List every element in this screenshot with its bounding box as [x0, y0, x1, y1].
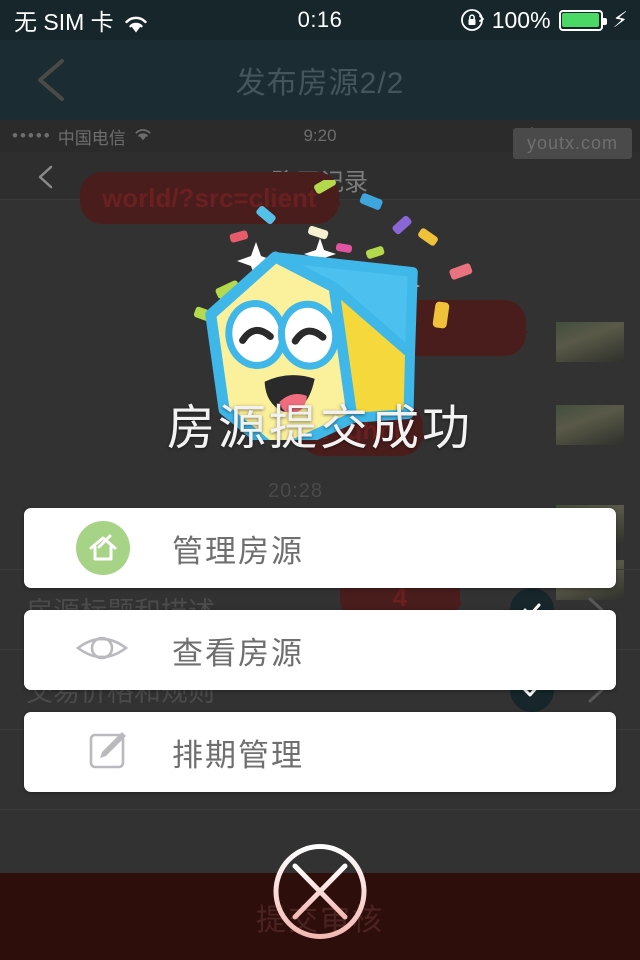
view-listing-card[interactable]: 查看房源 — [24, 610, 616, 690]
view-listing-label: 查看房源 — [172, 635, 304, 671]
status-bar: 无 SIM 卡 0:16 100% ⚡ — [0, 0, 640, 40]
status-bar-right: 100% ⚡ — [460, 7, 628, 34]
chat-thumbnail — [556, 405, 624, 445]
chat-thumbnail — [556, 322, 624, 362]
manage-listing-icon-slot — [24, 521, 144, 575]
success-action-list: 管理房源 查看房源 排期管理 — [24, 508, 616, 814]
view-listing-icon-slot — [24, 629, 144, 672]
nav-bar: 发布房源2/2 — [0, 40, 640, 120]
phone-screen: ••••• 中国电信 9:20 15% ⚡ — [0, 0, 640, 960]
edit-square-icon — [86, 728, 130, 777]
manage-listing-card[interactable]: 管理房源 — [24, 508, 616, 588]
schedule-management-label: 排期管理 — [172, 737, 304, 773]
manage-listing-label: 管理房源 — [172, 533, 304, 569]
schedule-management-card[interactable]: 排期管理 — [24, 712, 616, 792]
battery-percent-label: 100% — [491, 6, 551, 33]
eye-icon — [74, 629, 130, 672]
house-edit-icon — [76, 521, 130, 575]
close-button[interactable] — [272, 843, 368, 940]
schedule-management-icon-slot — [24, 728, 144, 777]
watermark-label: youtx.com — [512, 128, 632, 159]
charging-bolt-icon: ⚡ — [612, 7, 628, 32]
chat-bubble: Ffghhj — [300, 404, 426, 456]
rotation-lock-icon — [460, 8, 484, 32]
page-title: 发布房源2/2 — [235, 67, 405, 100]
chat-bubble: world/?src=client — [80, 172, 341, 224]
battery-icon — [558, 9, 607, 31]
chat-bubble: 12332255 — [236, 320, 398, 376]
